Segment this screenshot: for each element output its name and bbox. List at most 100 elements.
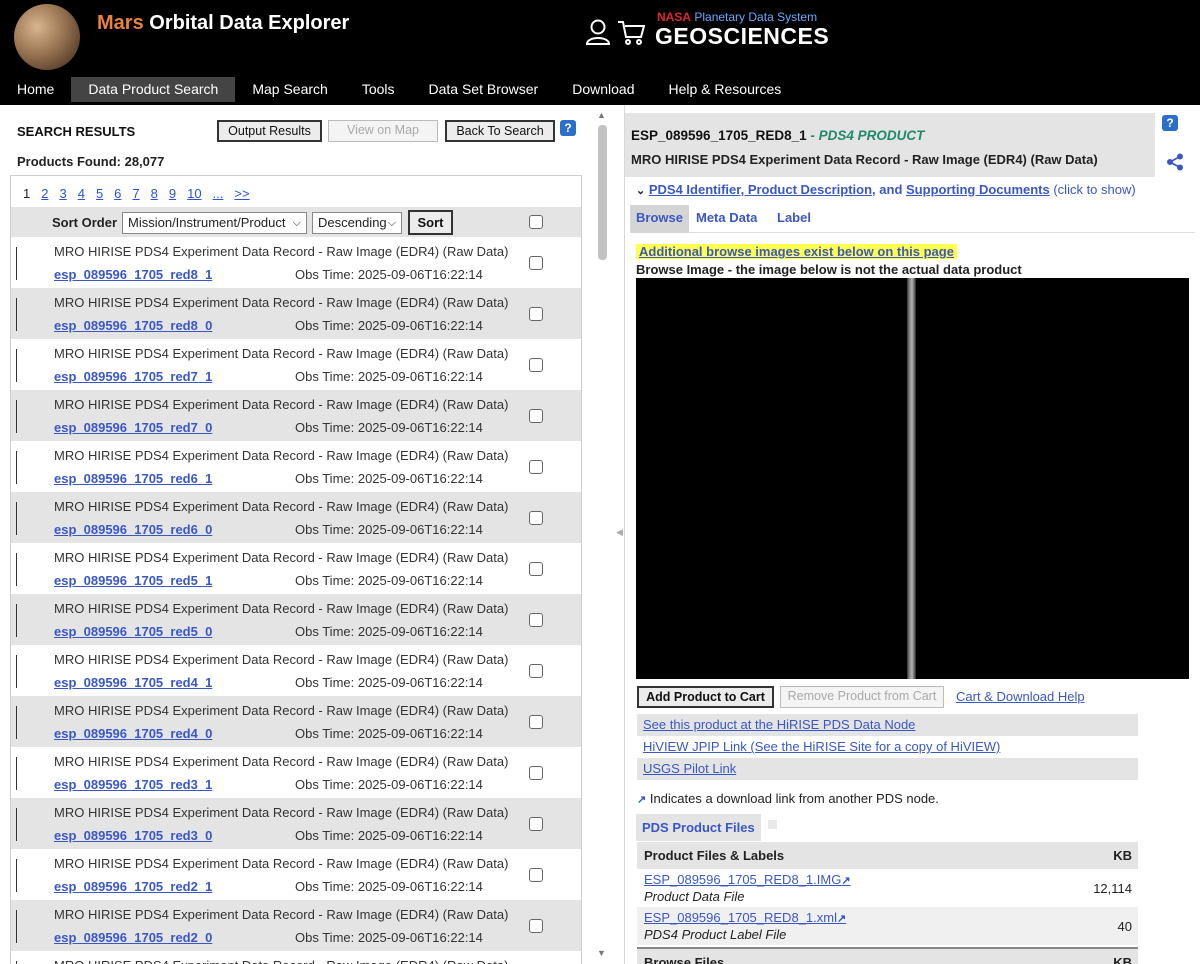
result-checkbox[interactable] bbox=[529, 919, 543, 933]
pager-ellipsis[interactable]: ... bbox=[213, 186, 224, 201]
additional-browse-link[interactable]: Additional browse images exist below on … bbox=[636, 244, 957, 259]
file-link[interactable]: ESP_089596_1705_RED8_1.xml↗ bbox=[644, 910, 846, 925]
remove-product-from-cart-button[interactable]: Remove Product from Cart bbox=[780, 686, 944, 708]
result-product-link[interactable]: esp_089596_1705_red8_0 bbox=[54, 318, 212, 333]
scroll-up-arrow[interactable]: ▲ bbox=[597, 110, 606, 120]
user-icon[interactable] bbox=[585, 18, 611, 46]
result-row[interactable]: MRO HIRISE PDS4 Experiment Data Record -… bbox=[11, 492, 581, 543]
result-product-link[interactable]: esp_089596_1705_red4_1 bbox=[54, 675, 212, 690]
result-checkbox[interactable] bbox=[529, 715, 543, 729]
result-row[interactable]: MRO HIRISE PDS4 Experiment Data Record -… bbox=[11, 900, 581, 951]
result-product-link[interactable]: esp_089596_1705_red7_1 bbox=[54, 369, 212, 384]
nav-help-resources[interactable]: Help & Resources bbox=[651, 77, 798, 102]
result-row[interactable]: MRO HIRISE PDS4 Experiment Data Record -… bbox=[11, 390, 581, 441]
select-all-checkbox[interactable] bbox=[529, 215, 543, 229]
add-product-to-cart-button[interactable]: Add Product to Cart bbox=[637, 686, 774, 708]
pager-page[interactable]: 7 bbox=[132, 186, 139, 201]
result-product-link[interactable]: esp_089596_1705_red6_1 bbox=[54, 471, 212, 486]
pager-page[interactable]: 9 bbox=[169, 186, 176, 201]
pager-page[interactable]: 8 bbox=[151, 186, 158, 201]
result-checkbox[interactable] bbox=[529, 817, 543, 831]
result-row[interactable]: MRO HIRISE PDS4 Experiment Data Record -… bbox=[11, 747, 581, 798]
result-product-link[interactable]: esp_089596_1705_red4_0 bbox=[54, 726, 212, 741]
geosciences-logo[interactable]: NASA Planetary Data System GEOSCIENCES bbox=[655, 10, 829, 50]
result-description: MRO HIRISE PDS4 Experiment Data Record -… bbox=[54, 601, 509, 616]
hiview-jpip-link[interactable]: HiVIEW JPIP Link (See the HiRISE Site fo… bbox=[637, 736, 1138, 758]
cart-download-help-link[interactable]: Cart & Download Help bbox=[956, 689, 1085, 704]
help-icon[interactable]: ? bbox=[560, 120, 576, 136]
result-checkbox[interactable] bbox=[529, 460, 543, 474]
nav-data-product-search[interactable]: Data Product Search bbox=[71, 77, 236, 102]
result-checkbox[interactable] bbox=[529, 613, 543, 627]
row-marker bbox=[16, 706, 17, 739]
help-icon[interactable]: ? bbox=[1162, 115, 1178, 131]
nav-tools[interactable]: Tools bbox=[345, 77, 412, 102]
product-files-table: Product Files & Labels KB ESP_089596_170… bbox=[637, 842, 1138, 964]
result-row[interactable]: MRO HIRISE PDS4 Experiment Data Record -… bbox=[11, 339, 581, 390]
nav-download[interactable]: Download bbox=[555, 77, 651, 102]
pager-page[interactable]: 6 bbox=[114, 186, 121, 201]
result-checkbox[interactable] bbox=[529, 511, 543, 525]
result-row[interactable]: MRO HIRISE PDS4 Experiment Data Record -… bbox=[11, 594, 581, 645]
result-row[interactable]: MRO HIRISE PDS4 Experiment Data Record -… bbox=[11, 951, 581, 964]
result-product-link[interactable]: esp_089596_1705_red5_0 bbox=[54, 624, 212, 639]
result-checkbox[interactable] bbox=[529, 562, 543, 576]
result-product-link[interactable]: esp_089596_1705_red6_0 bbox=[54, 522, 212, 537]
result-checkbox[interactable] bbox=[529, 868, 543, 882]
usgs-pilot-link[interactable]: USGS Pilot Link bbox=[637, 758, 1138, 780]
result-checkbox[interactable] bbox=[529, 307, 543, 321]
pds4-details-toggle[interactable]: ⌄ PDS4 Identifier, Product Description, … bbox=[636, 182, 1136, 197]
result-row[interactable]: MRO HIRISE PDS4 Experiment Data Record -… bbox=[11, 696, 581, 747]
result-checkbox[interactable] bbox=[529, 358, 543, 372]
sort-button[interactable]: Sort bbox=[408, 210, 453, 235]
pager-page[interactable]: 4 bbox=[78, 186, 85, 201]
nav-data-set-browser[interactable]: Data Set Browser bbox=[412, 77, 556, 102]
tab-browse[interactable]: Browse bbox=[630, 205, 689, 233]
hirise-node-link[interactable]: See this product at the HiRISE PDS Data … bbox=[637, 714, 1138, 736]
result-product-link[interactable]: esp_089596_1705_red5_1 bbox=[54, 573, 212, 588]
share-icon[interactable] bbox=[1166, 153, 1184, 171]
result-row[interactable]: MRO HIRISE PDS4 Experiment Data Record -… bbox=[11, 288, 581, 339]
app-title[interactable]: Mars Orbital Data Explorer bbox=[97, 12, 349, 35]
nav-map-search[interactable]: Map Search bbox=[235, 77, 344, 102]
sort-bar: Sort Order Mission/Instrument/Product ⌵ … bbox=[11, 207, 581, 237]
view-on-map-button[interactable]: View on Map bbox=[328, 120, 438, 142]
browse-image[interactable] bbox=[636, 278, 1189, 679]
result-product-link[interactable]: esp_089596_1705_red7_0 bbox=[54, 420, 212, 435]
pager-page[interactable]: 10 bbox=[187, 186, 201, 201]
back-to-search-button[interactable]: Back To Search bbox=[445, 120, 555, 142]
result-row[interactable]: MRO HIRISE PDS4 Experiment Data Record -… bbox=[11, 441, 581, 492]
output-results-button[interactable]: Output Results bbox=[217, 120, 322, 142]
sort-field-select[interactable]: Mission/Instrument/Product ⌵ bbox=[122, 212, 307, 234]
splitter-handle[interactable]: ◀ bbox=[616, 527, 623, 538]
result-row[interactable]: MRO HIRISE PDS4 Experiment Data Record -… bbox=[11, 798, 581, 849]
result-product-link[interactable]: esp_089596_1705_red2_0 bbox=[54, 930, 212, 945]
scroll-down-arrow[interactable]: ▼ bbox=[597, 948, 606, 958]
sort-direction-select[interactable]: Descending ⌵ bbox=[312, 212, 402, 234]
result-row[interactable]: MRO HIRISE PDS4 Experiment Data Record -… bbox=[11, 645, 581, 696]
result-checkbox[interactable] bbox=[529, 256, 543, 270]
result-product-link[interactable]: esp_089596_1705_red2_1 bbox=[54, 879, 212, 894]
tab-label[interactable]: Label bbox=[771, 205, 817, 233]
pager-page[interactable]: 5 bbox=[96, 186, 103, 201]
pager-page[interactable]: 3 bbox=[59, 186, 66, 201]
result-product-link[interactable]: esp_089596_1705_red3_1 bbox=[54, 777, 212, 792]
pager-page[interactable]: 2 bbox=[41, 186, 48, 201]
result-row[interactable]: MRO HIRISE PDS4 Experiment Data Record -… bbox=[11, 849, 581, 900]
result-checkbox[interactable] bbox=[529, 766, 543, 780]
chevron-down-icon: ⌵ bbox=[292, 217, 301, 229]
pager-next[interactable]: >> bbox=[234, 186, 249, 201]
tab-pds-product-files[interactable]: PDS Product Files bbox=[636, 814, 761, 841]
scroll-thumb[interactable] bbox=[598, 125, 607, 260]
result-row[interactable]: MRO HIRISE PDS4 Experiment Data Record -… bbox=[11, 237, 581, 288]
result-checkbox[interactable] bbox=[529, 664, 543, 678]
result-row[interactable]: MRO HIRISE PDS4 Experiment Data Record -… bbox=[11, 543, 581, 594]
file-link[interactable]: ESP_089596_1705_RED8_1.IMG↗ bbox=[644, 872, 851, 887]
result-product-link[interactable]: esp_089596_1705_red3_0 bbox=[54, 828, 212, 843]
nav-home[interactable]: Home bbox=[0, 77, 71, 102]
result-product-link[interactable]: esp_089596_1705_red8_1 bbox=[54, 267, 212, 282]
result-checkbox[interactable] bbox=[529, 409, 543, 423]
cart-icon[interactable] bbox=[617, 18, 645, 46]
tab-meta-data[interactable]: Meta Data bbox=[690, 205, 763, 233]
left-scrollbar[interactable]: ▲ ▼ bbox=[596, 110, 610, 962]
